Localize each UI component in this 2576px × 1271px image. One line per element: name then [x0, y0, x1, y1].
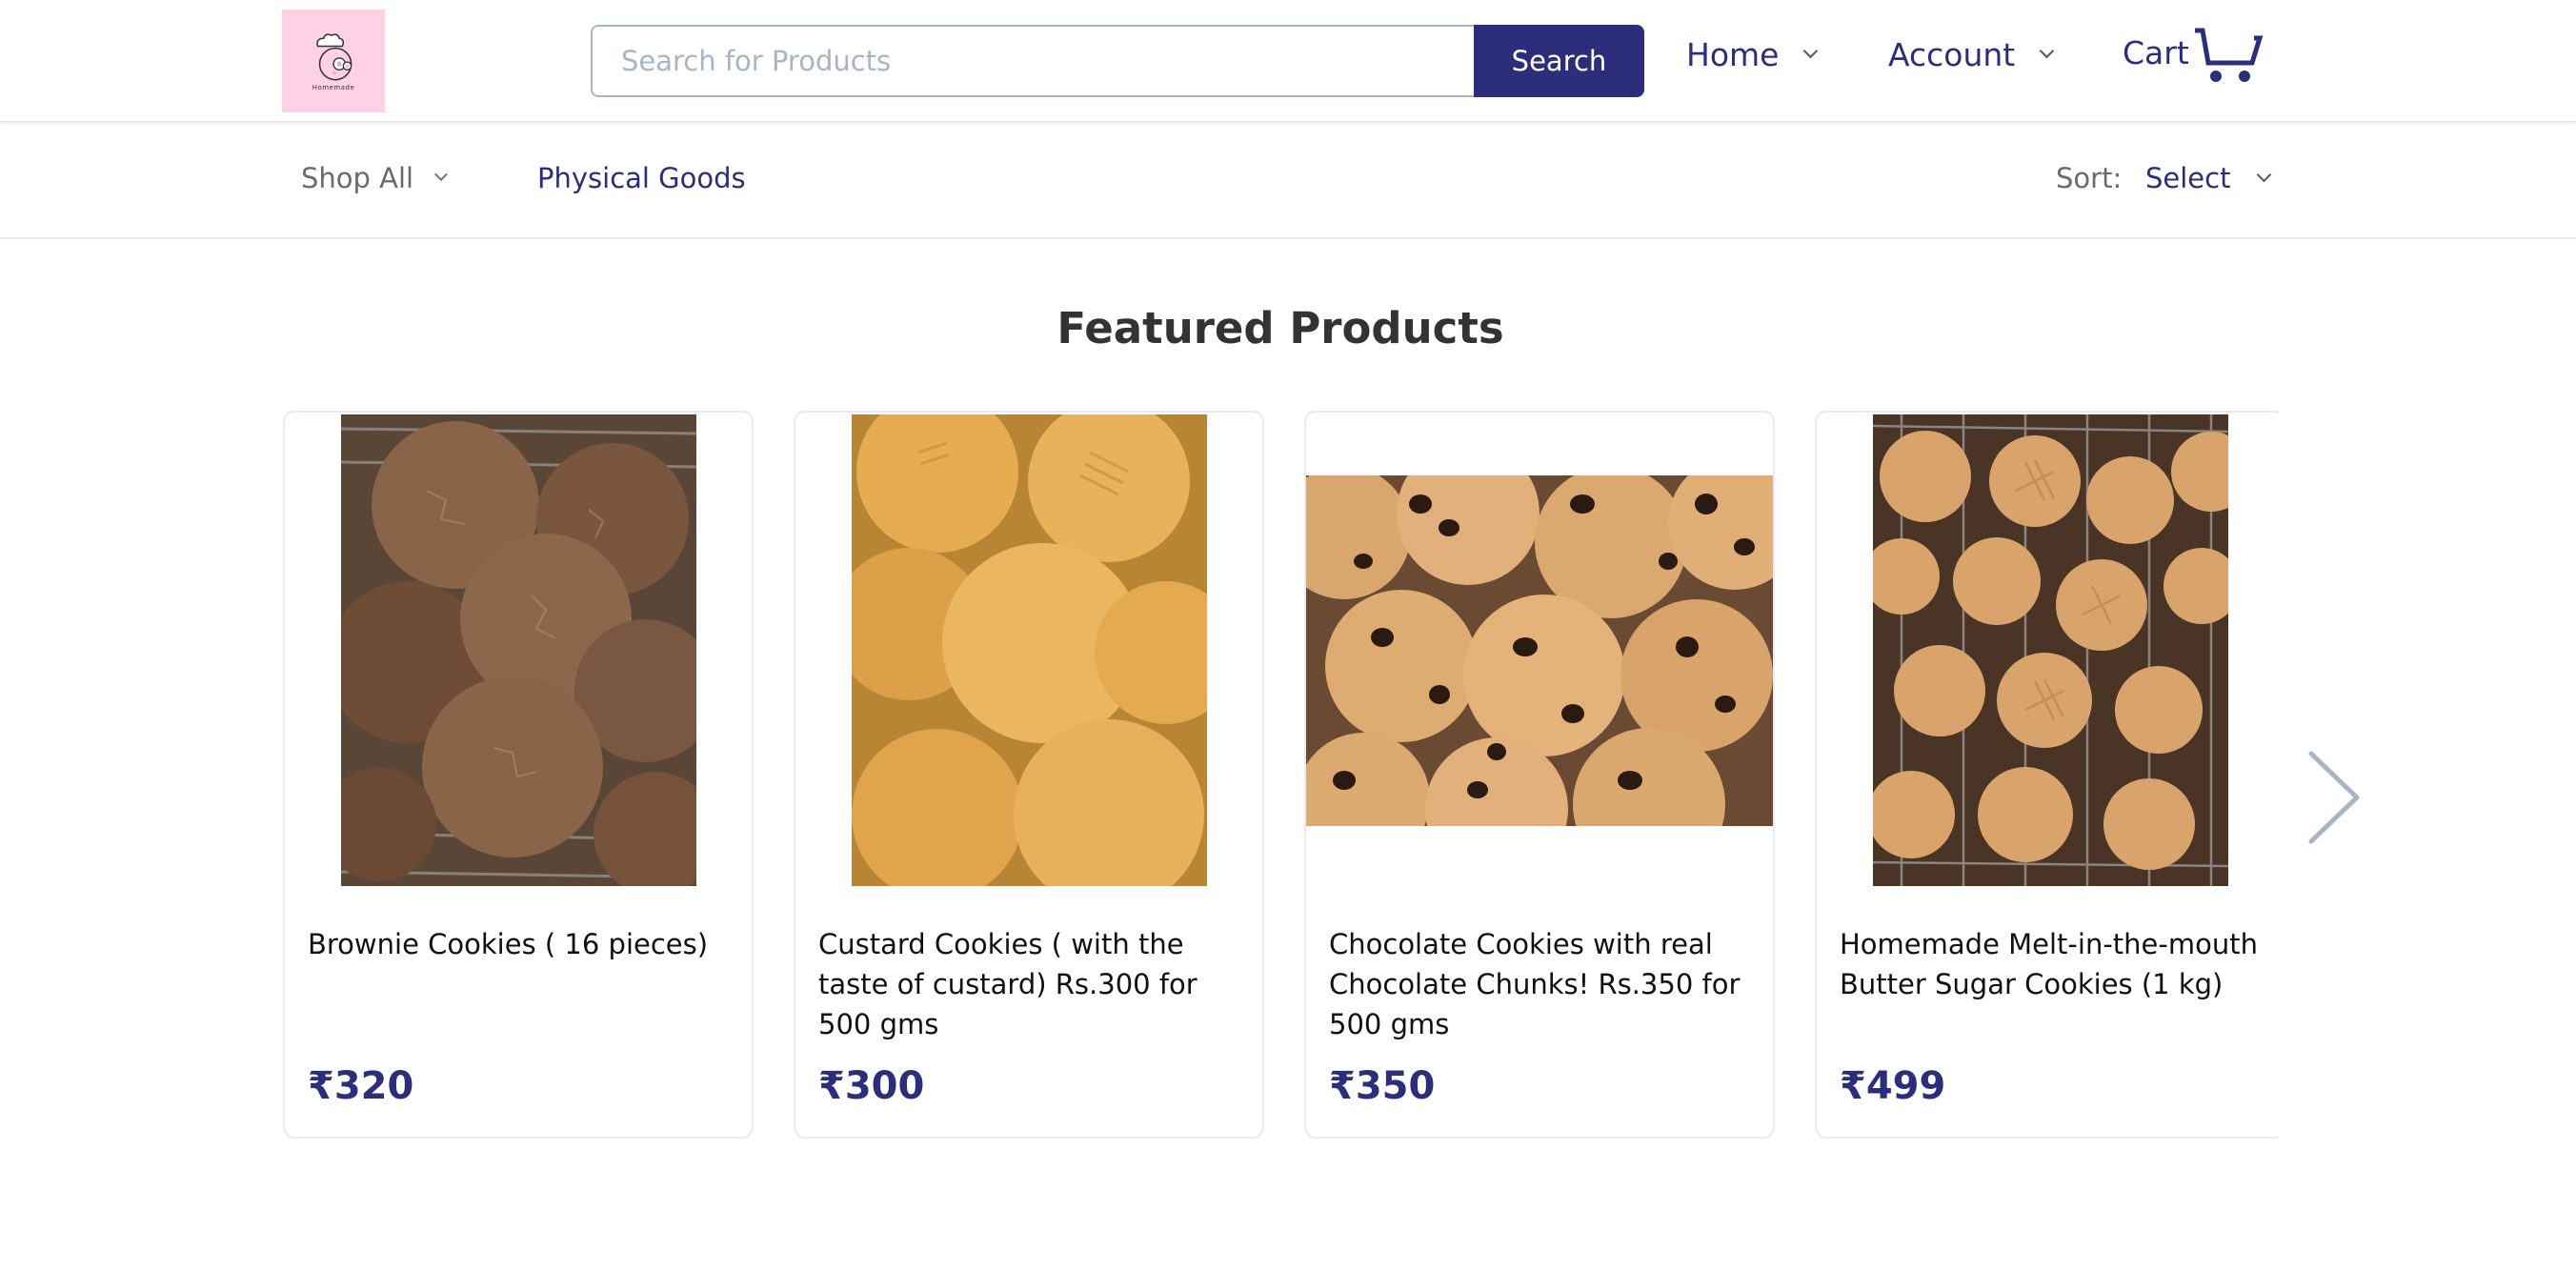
- product-price: ₹499: [1840, 1064, 1946, 1108]
- butter-sugar-cookies-image: [1872, 414, 2228, 886]
- product-image[interactable]: [1817, 414, 2279, 886]
- product-price: ₹300: [818, 1064, 925, 1108]
- custard-cookies-image: [851, 414, 1207, 886]
- brownie-cookies-image: [340, 414, 696, 886]
- product-title[interactable]: Homemade Melt-in-the-mouth Butter Sugar …: [1840, 924, 2268, 1004]
- nav-home-dropdown[interactable]: Home: [1686, 36, 1819, 73]
- shop-all-label: Shop All: [301, 162, 414, 194]
- product-image[interactable]: [795, 414, 1262, 886]
- product-title[interactable]: Custard Cookies ( with the taste of cust…: [818, 924, 1247, 1044]
- shop-all-dropdown[interactable]: Shop All: [301, 162, 449, 194]
- product-card[interactable]: Custard Cookies ( with the taste of cust…: [794, 411, 1264, 1139]
- store-logo[interactable]: Homemade: [282, 10, 385, 112]
- product-price: ₹320: [308, 1064, 414, 1108]
- product-card[interactable]: Homemade Melt-in-the-mouth Butter Sugar …: [1815, 411, 2279, 1139]
- product-card[interactable]: Brownie Cookies ( 16 pieces) ₹320: [283, 411, 754, 1139]
- product-card[interactable]: Chocolate Cookies with real Chocolate Ch…: [1304, 411, 1775, 1139]
- nav-account-dropdown[interactable]: Account: [1888, 36, 2055, 73]
- physical-goods-link[interactable]: Physical Goods: [537, 162, 746, 194]
- featured-products-carousel: Brownie Cookies ( 16 pieces) ₹320 Custar…: [283, 411, 2279, 1144]
- product-image[interactable]: [285, 414, 752, 886]
- search-input[interactable]: [591, 25, 1474, 97]
- sort-label: Sort:: [2056, 162, 2123, 194]
- logo-text: Homemade: [312, 84, 355, 91]
- shopping-cart-icon: [2194, 28, 2264, 82]
- nav-home-label: Home: [1686, 36, 1780, 73]
- nav-cart-link[interactable]: Cart: [2123, 27, 2271, 88]
- product-price: ₹350: [1329, 1064, 1436, 1108]
- carousel-next-button[interactable]: [2304, 748, 2365, 847]
- site-header: Homemade Search Home Account Cart: [0, 0, 2576, 122]
- product-image[interactable]: [1306, 414, 1773, 886]
- chevron-down-icon: [1803, 43, 1819, 59]
- chef-logo-icon: [316, 33, 352, 81]
- product-title[interactable]: Chocolate Cookies with real Chocolate Ch…: [1329, 924, 1758, 1044]
- chevron-right-icon: [2308, 751, 2360, 844]
- nav-cart-label: Cart: [2123, 34, 2189, 71]
- sort-select[interactable]: Select: [2145, 162, 2272, 194]
- product-title[interactable]: Brownie Cookies ( 16 pieces): [308, 924, 736, 964]
- category-nav: Shop All Physical Goods Sort: Select: [0, 122, 2576, 239]
- chevron-down-icon: [434, 167, 449, 182]
- search-bar: Search: [591, 25, 1644, 97]
- search-button[interactable]: Search: [1474, 25, 1644, 97]
- chocolate-chip-cookies-image: [1306, 474, 1773, 826]
- chevron-down-icon: [2039, 43, 2055, 59]
- nav-account-label: Account: [1888, 36, 2016, 73]
- chevron-down-icon: [2257, 167, 2272, 182]
- featured-products-heading: Featured Products: [1057, 303, 1504, 353]
- sort-selected-value: Select: [2145, 162, 2231, 194]
